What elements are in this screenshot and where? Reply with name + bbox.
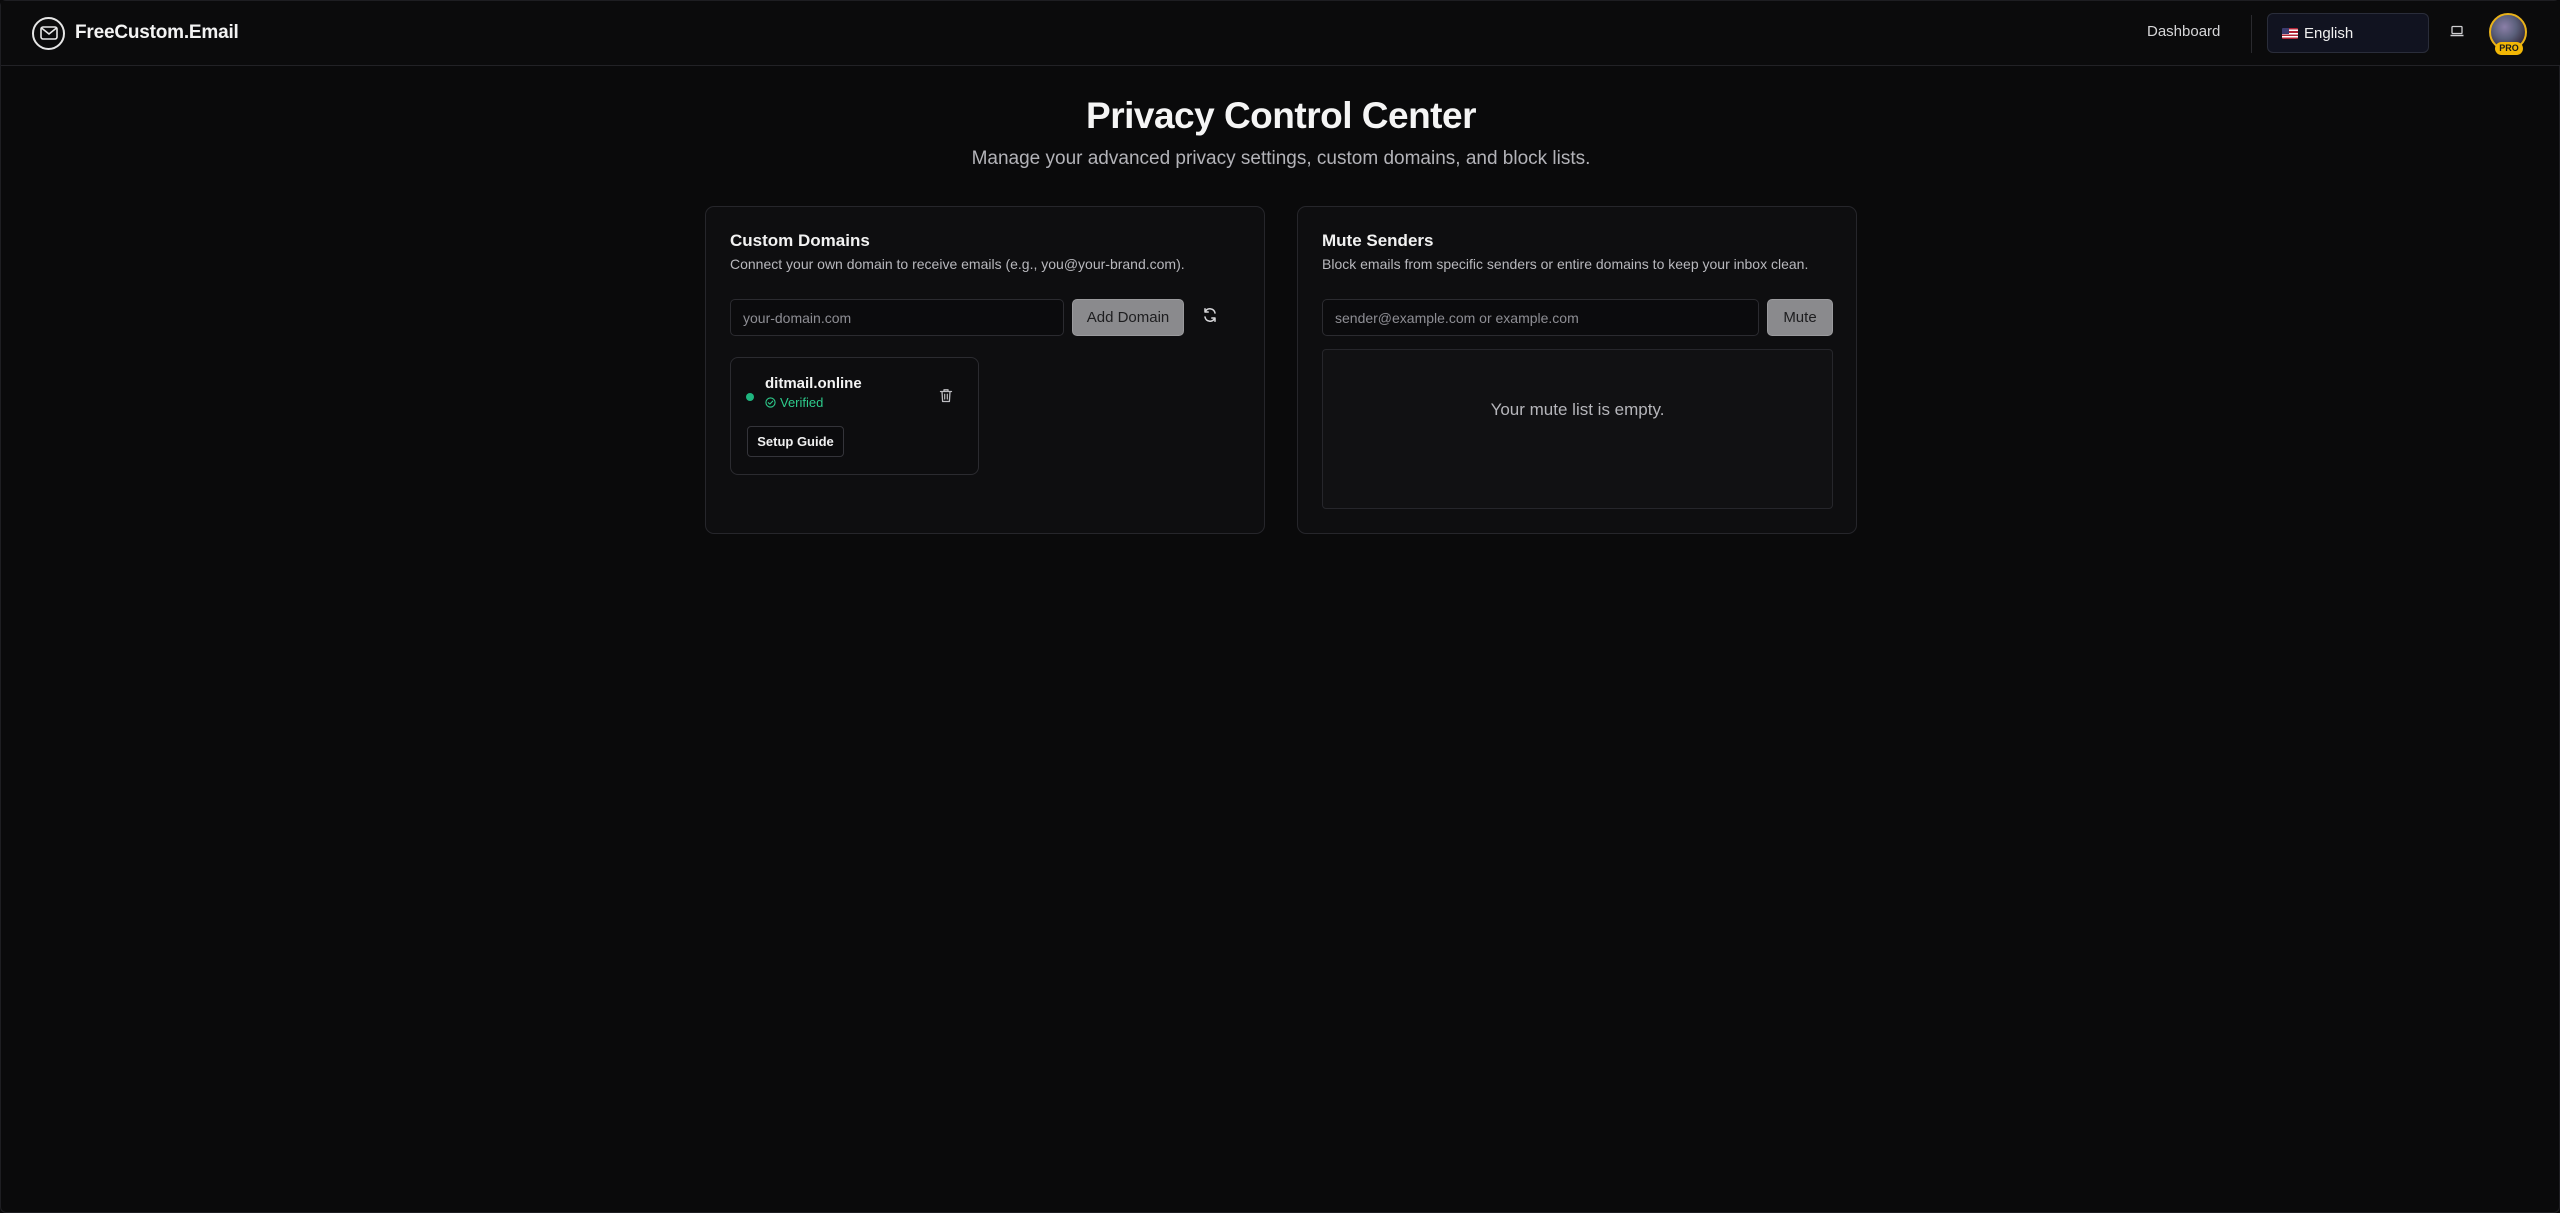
- user-avatar-button[interactable]: PRO: [2489, 13, 2529, 57]
- custom-domains-title: Custom Domains: [730, 231, 870, 250]
- check-circle-icon: [765, 397, 776, 408]
- mute-list-empty-message: Your mute list is empty.: [1490, 400, 1665, 419]
- theme-toggle-button[interactable]: [2445, 21, 2469, 45]
- domain-input[interactable]: [730, 299, 1064, 336]
- brand-name: FreeCustom.Email: [75, 22, 239, 43]
- nav-dashboard-link[interactable]: Dashboard: [2147, 23, 2220, 40]
- custom-domains-card: Custom Domains Connect your own domain t…: [705, 206, 1265, 534]
- mute-senders-card: Mute Senders Block emails from specific …: [1297, 206, 1857, 534]
- setup-guide-button[interactable]: Setup Guide: [747, 426, 844, 457]
- mute-senders-title: Mute Senders: [1322, 231, 1434, 250]
- mute-sender-input[interactable]: [1322, 299, 1759, 336]
- pro-badge: PRO: [2495, 42, 2523, 55]
- mail-icon: [32, 16, 65, 50]
- brand[interactable]: FreeCustom.Email: [32, 16, 239, 50]
- add-domain-button[interactable]: Add Domain: [1072, 299, 1184, 336]
- top-navbar: FreeCustom.Email Dashboard English PRO: [1, 1, 2560, 66]
- us-flag-icon: [2282, 27, 2298, 39]
- delete-domain-button[interactable]: [936, 388, 956, 408]
- refresh-icon: [1202, 307, 1218, 328]
- refresh-domains-button[interactable]: [1198, 305, 1222, 329]
- nav-divider: [2251, 15, 2252, 53]
- custom-domains-description: Connect your own domain to receive email…: [730, 256, 1185, 272]
- domain-item: ditmail.online Verified Setup Guide: [730, 357, 979, 475]
- domain-name: ditmail.online: [765, 375, 862, 392]
- trash-icon: [939, 388, 953, 408]
- verified-status: Verified: [765, 395, 823, 410]
- laptop-icon: [2450, 24, 2464, 42]
- verified-label: Verified: [780, 395, 824, 410]
- page-subtitle: Manage your advanced privacy settings, c…: [971, 148, 1591, 169]
- language-label: English: [2304, 24, 2354, 42]
- status-dot: [746, 393, 754, 401]
- mute-senders-description: Block emails from specific senders or en…: [1322, 256, 1809, 272]
- mute-button[interactable]: Mute: [1767, 299, 1833, 336]
- language-select[interactable]: English: [2267, 13, 2429, 53]
- page-title: Privacy Control Center: [1086, 95, 1476, 136]
- app-window: FreeCustom.Email Dashboard English PRO P…: [0, 0, 2560, 1213]
- mute-list: Your mute list is empty.: [1322, 349, 1833, 509]
